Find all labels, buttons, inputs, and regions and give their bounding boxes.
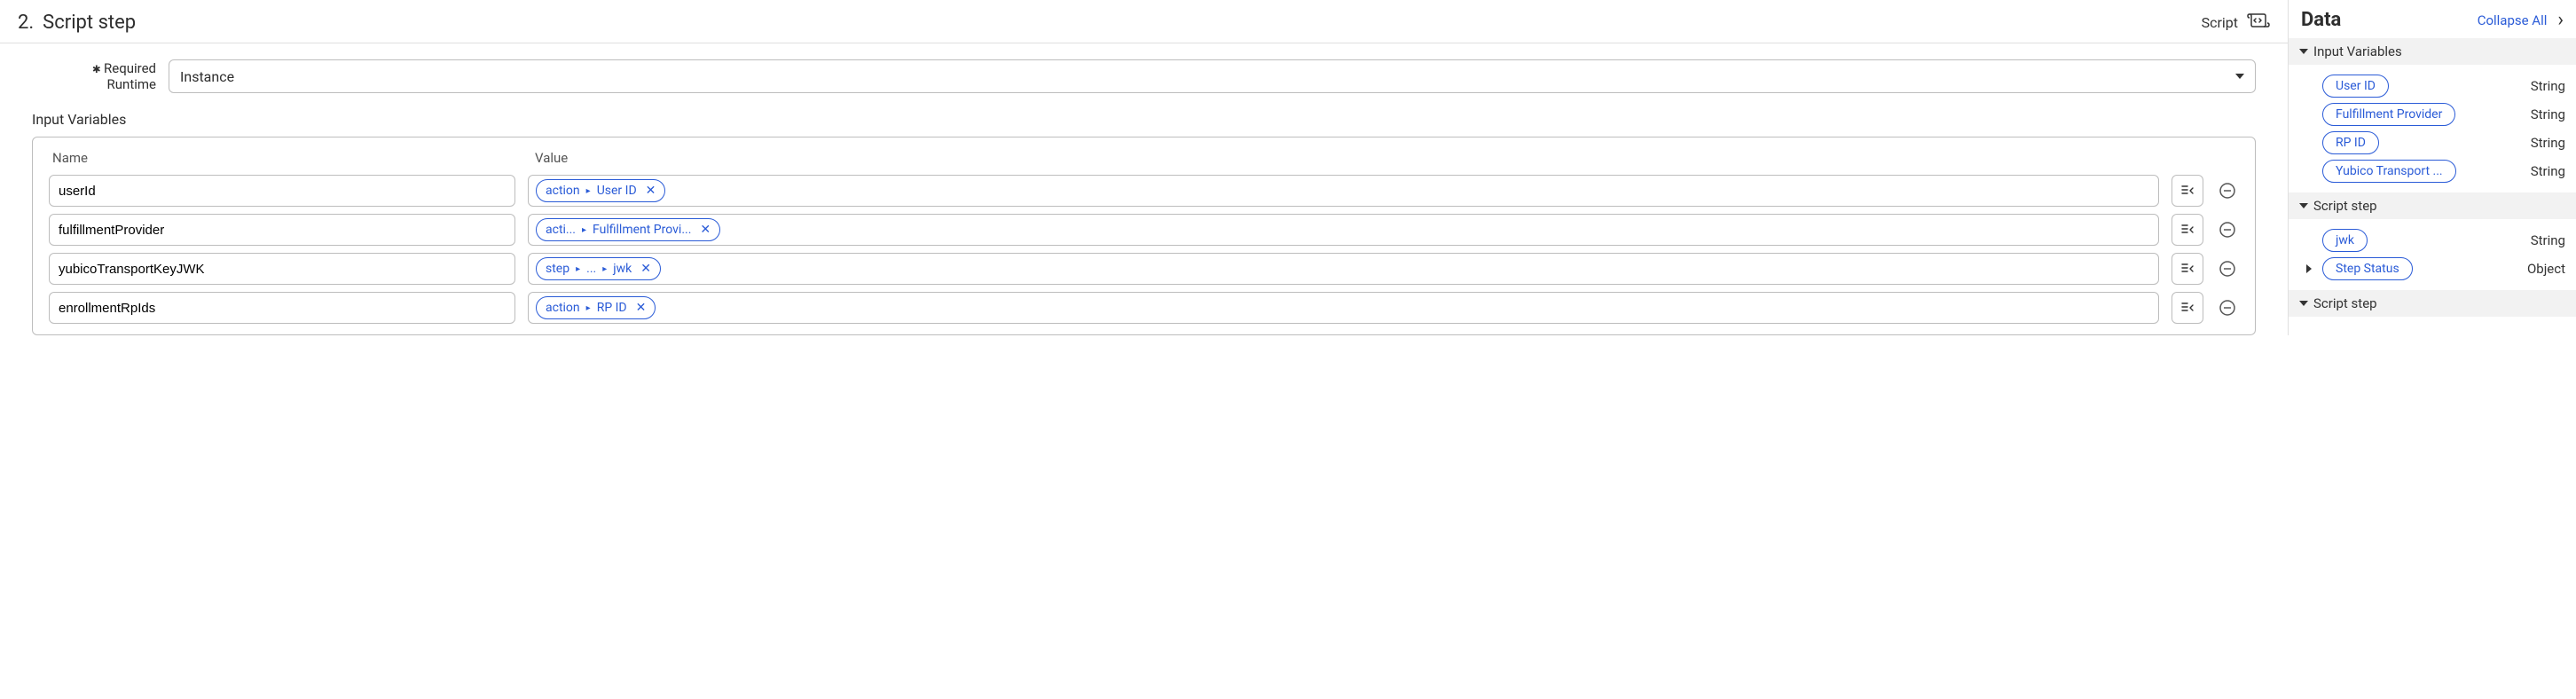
data-type-label: String	[2531, 232, 2565, 248]
variable-name-input[interactable]	[49, 292, 515, 324]
required-runtime-row: ✱ Required Runtime Instance	[32, 59, 2256, 93]
input-variables-box: Name Value action ▸ User ID ✕ acti... ▸ Fulfil…	[32, 137, 2256, 335]
variable-name-input[interactable]	[49, 175, 515, 207]
data-pill[interactable]: acti... ▸ Fulfillment Provi... ✕	[536, 218, 720, 241]
remove-pill-icon[interactable]: ✕	[700, 223, 711, 237]
input-variable-row: step ▸... ▸ jwk ✕	[49, 253, 2239, 285]
data-group-header[interactable]: Input Variables	[2289, 38, 2576, 65]
data-group-header[interactable]: Script step	[2289, 290, 2576, 317]
data-type-label: String	[2531, 106, 2565, 122]
step-name: Script step	[43, 12, 136, 34]
input-variable-row: action ▸ User ID ✕	[49, 175, 2239, 207]
remove-row-button[interactable]	[2216, 257, 2239, 280]
required-runtime-label: ✱ Required Runtime	[32, 60, 156, 92]
data-pill[interactable]: User ID	[2322, 75, 2389, 98]
step-header: 2. Script step Script	[0, 0, 2288, 43]
data-item: jwk String	[2299, 226, 2565, 255]
pill-segment: ...	[586, 262, 596, 276]
step-number: 2.	[18, 12, 34, 34]
remove-row-button[interactable]	[2216, 179, 2239, 202]
data-pill[interactable]: step ▸... ▸ jwk ✕	[536, 257, 661, 280]
data-pill[interactable]: Fulfillment Provider	[2322, 103, 2455, 126]
variable-name-input[interactable]	[49, 214, 515, 246]
pill-segment: RP ID	[597, 301, 627, 315]
pill-segment: action	[546, 184, 580, 198]
data-pill[interactable]: RP ID	[2322, 131, 2379, 154]
chevron-down-icon	[2235, 74, 2244, 79]
remove-row-button[interactable]	[2216, 296, 2239, 319]
remove-row-button[interactable]	[2216, 218, 2239, 241]
variable-value-field[interactable]: acti... ▸ Fulfillment Provi... ✕	[528, 214, 2159, 246]
variable-name-input[interactable]	[49, 253, 515, 285]
input-variable-row: acti... ▸ Fulfillment Provi... ✕	[49, 214, 2239, 246]
data-type-label: Object	[2527, 261, 2565, 277]
data-group-label: Input Variables	[2313, 43, 2402, 59]
caret-right-icon: ▸	[586, 303, 591, 313]
data-group-header[interactable]: Script step	[2289, 192, 2576, 219]
chevron-right-icon[interactable]: ›	[2557, 9, 2564, 31]
data-picker-button[interactable]	[2172, 175, 2203, 207]
caret-right-icon: ▸	[576, 264, 580, 274]
column-header-name: Name	[49, 150, 528, 166]
caret-right-icon: ▸	[582, 225, 586, 235]
data-item: User ID String	[2299, 72, 2565, 100]
step-type-label: Script	[2202, 14, 2238, 31]
caret-down-icon	[2299, 301, 2308, 306]
pill-segment: acti...	[546, 223, 576, 237]
column-header-value: Value	[528, 150, 2239, 166]
data-picker-button[interactable]	[2172, 253, 2203, 285]
pill-segment: step	[546, 262, 569, 276]
data-group-label: Script step	[2313, 295, 2377, 311]
pill-segment: jwk	[613, 262, 632, 276]
data-group-label: Script step	[2313, 198, 2377, 214]
remove-pill-icon[interactable]: ✕	[640, 262, 651, 276]
required-runtime-value: Instance	[180, 68, 234, 85]
caret-right-icon: ▸	[586, 186, 591, 196]
pill-segment: action	[546, 301, 580, 315]
script-icon	[2247, 11, 2270, 34]
required-runtime-select[interactable]: Instance	[169, 59, 2256, 93]
caret-right-icon: ▸	[602, 264, 607, 274]
remove-pill-icon[interactable]: ✕	[636, 301, 647, 315]
data-type-label: String	[2531, 163, 2565, 179]
input-variable-row: action ▸ RP ID ✕	[49, 292, 2239, 324]
data-pill[interactable]: Yubico Transport ...	[2322, 160, 2456, 183]
data-picker-button[interactable]	[2172, 292, 2203, 324]
data-panel-title: Data	[2301, 9, 2341, 31]
data-item: Yubico Transport ... String	[2299, 157, 2565, 185]
pill-segment: Fulfillment Provi...	[593, 223, 691, 237]
data-item: Fulfillment Provider String	[2299, 100, 2565, 129]
data-pill[interactable]: jwk	[2322, 229, 2368, 252]
data-pill[interactable]: action ▸ RP ID ✕	[536, 296, 656, 319]
variable-value-field[interactable]: action ▸ User ID ✕	[528, 175, 2159, 207]
input-variables-title: Input Variables	[32, 111, 2256, 128]
remove-pill-icon[interactable]: ✕	[646, 184, 656, 198]
caret-down-icon	[2299, 203, 2308, 208]
data-picker-button[interactable]	[2172, 214, 2203, 246]
data-type-label: String	[2531, 78, 2565, 94]
variable-value-field[interactable]: step ▸... ▸ jwk ✕	[528, 253, 2159, 285]
collapse-all-button[interactable]: Collapse All	[2478, 12, 2548, 28]
data-type-label: String	[2531, 135, 2565, 151]
pill-segment: User ID	[597, 184, 637, 198]
variable-value-field[interactable]: action ▸ RP ID ✕	[528, 292, 2159, 324]
data-item: Step Status Object	[2299, 255, 2565, 283]
expand-icon[interactable]	[2306, 264, 2312, 273]
caret-down-icon	[2299, 49, 2308, 54]
data-item: RP ID String	[2299, 129, 2565, 157]
data-pill[interactable]: Step Status	[2322, 257, 2413, 280]
data-pill[interactable]: action ▸ User ID ✕	[536, 179, 665, 202]
